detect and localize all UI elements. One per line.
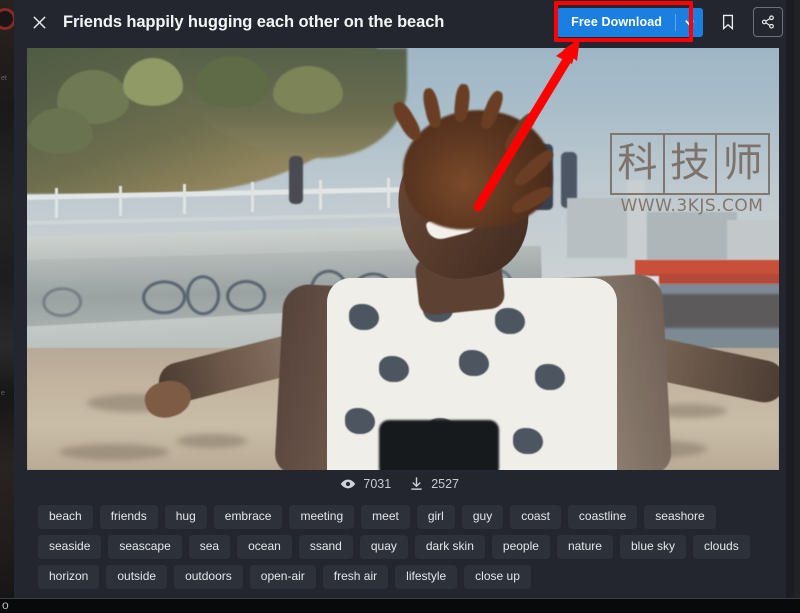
tag-chip[interactable]: fresh air — [322, 565, 389, 589]
tag-chip[interactable]: sea — [188, 535, 231, 559]
tag-chip[interactable]: seascape — [108, 535, 182, 559]
eye-icon — [341, 479, 356, 488]
download-options-button[interactable] — [676, 8, 703, 37]
tag-chip[interactable]: hug — [164, 505, 207, 529]
tag-chip[interactable]: people — [491, 535, 550, 559]
tag-chip[interactable]: seashore — [644, 505, 716, 529]
tag-chip[interactable]: friends — [99, 505, 158, 529]
watermark-char-2: 技 — [662, 133, 716, 195]
backdrop-left-sliver: et e — [0, 0, 16, 598]
bottom-strip: o — [0, 598, 800, 613]
downloads-stat: 2527 — [409, 476, 459, 491]
image-stats: 7031 2527 — [14, 476, 779, 491]
tag-chip[interactable]: dark skin — [414, 535, 485, 559]
tag-chip[interactable]: clouds — [693, 535, 750, 559]
watermark-url: WWW.3KJS.COM — [620, 196, 764, 216]
tag-chip[interactable]: horizon — [38, 565, 100, 589]
tag-chip[interactable]: seaside — [38, 535, 102, 559]
tag-chip[interactable]: meeting — [289, 505, 355, 529]
views-stat: 7031 — [340, 477, 391, 491]
tag-chip[interactable]: girl — [416, 505, 455, 529]
chevron-down-icon — [685, 19, 694, 26]
tag-chip[interactable]: quay — [359, 535, 408, 559]
tag-chip[interactable]: close up — [464, 565, 531, 589]
bookmark-button[interactable] — [713, 7, 743, 37]
tag-chip[interactable]: nature — [556, 535, 613, 559]
tag-chip[interactable]: meet — [361, 505, 410, 529]
tag-chip[interactable]: blue sky — [619, 535, 687, 559]
tag-list: beach friends hug embrace meeting meet girl guy… — [38, 505, 783, 589]
image-detail-modal: Friends happily hugging each other on th… — [14, 0, 793, 598]
photo-content: 科 技 师 WWW.3KJS.COM — [27, 48, 779, 470]
share-icon — [761, 15, 774, 29]
tag-chip[interactable]: beach — [38, 505, 93, 529]
share-button[interactable] — [753, 7, 783, 37]
tag-chip[interactable]: lifestyle — [395, 565, 458, 589]
backdrop-right-sliver — [793, 0, 800, 598]
download-icon — [411, 477, 422, 490]
bookmark-icon — [722, 14, 734, 30]
scrollbar-track[interactable] — [786, 0, 794, 598]
tag-chip[interactable]: outside — [106, 565, 168, 589]
close-icon — [32, 15, 46, 29]
free-download-label: Free Download — [571, 15, 662, 29]
tag-chip[interactable]: coast — [510, 505, 561, 529]
backdrop-text-2: e — [1, 390, 5, 397]
watermark: 科 技 师 — [610, 133, 771, 195]
tag-chip[interactable]: coastline — [567, 505, 638, 529]
downloads-count: 2527 — [431, 476, 459, 491]
tag-chip[interactable]: open-air — [249, 565, 316, 589]
tag-chip[interactable]: ocean — [237, 535, 292, 559]
jacket-opening — [379, 420, 499, 470]
tag-chip[interactable]: guy — [461, 505, 504, 529]
page-title: Friends happily hugging each other on th… — [63, 12, 445, 31]
tag-chip[interactable]: ssand — [298, 535, 353, 559]
views-count: 7031 — [363, 476, 392, 491]
screen: et e Friends happily hugging each other … — [0, 0, 800, 613]
free-download-button[interactable]: Free Download — [557, 7, 703, 37]
bottom-glyph: o — [2, 598, 9, 612]
modal-header: Friends happily hugging each other on th… — [14, 0, 793, 44]
backdrop-text-1: et — [1, 75, 7, 82]
preview-image[interactable]: 科 技 师 WWW.3KJS.COM — [27, 48, 779, 470]
tag-chip[interactable]: embrace — [213, 505, 283, 529]
header-actions: Free Download — [557, 7, 793, 37]
watermark-char-3: 师 — [715, 133, 771, 195]
close-button[interactable] — [22, 5, 56, 39]
watermark-char-1: 科 — [610, 133, 663, 195]
tag-chip[interactable]: outdoors — [174, 565, 243, 589]
